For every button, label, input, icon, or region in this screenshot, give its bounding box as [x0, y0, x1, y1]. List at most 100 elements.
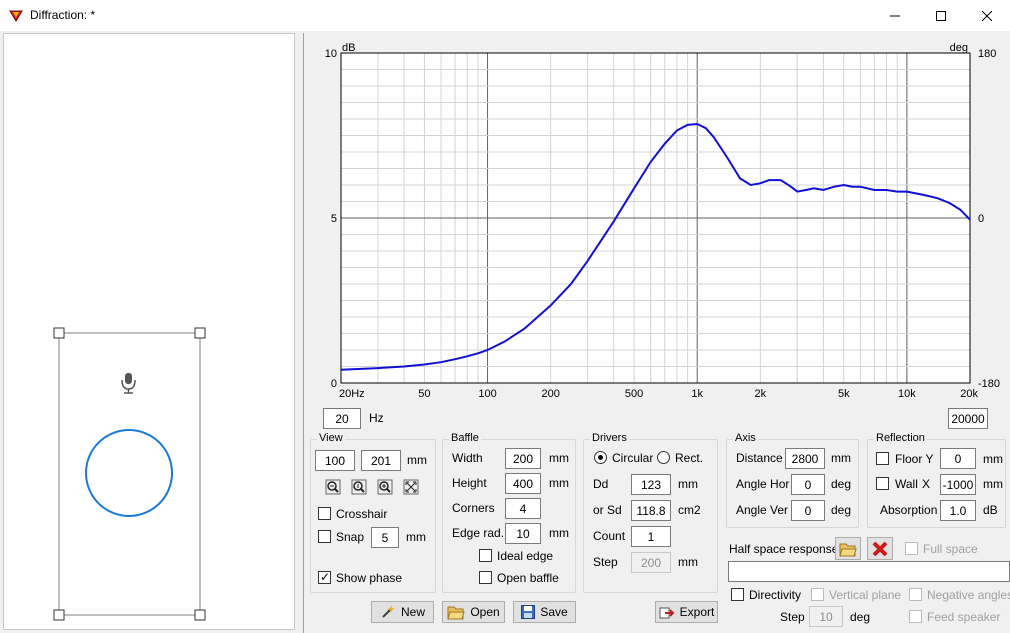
directivity-step-label: Step	[780, 610, 805, 624]
y2-tick-label: 180	[978, 48, 996, 60]
baffle-edge-unit: mm	[549, 526, 569, 540]
ideal-edge-label: Ideal edge	[497, 549, 554, 563]
folder-icon	[839, 543, 857, 556]
angle-ver-input[interactable]: 0	[791, 500, 825, 521]
zoom-extents-button[interactable]	[402, 478, 420, 496]
wall-checkbox[interactable]	[876, 477, 889, 490]
angle-hor-input[interactable]: 0	[791, 474, 825, 495]
close-button[interactable]	[964, 0, 1010, 31]
directivity-checkbox[interactable]	[731, 588, 744, 601]
wall-label: Wall	[895, 477, 918, 491]
baffle-width-input[interactable]: 200	[505, 448, 541, 469]
ideal-edge-checkbox[interactable]	[479, 549, 492, 562]
app-icon	[9, 10, 23, 22]
baffle-edge-label: Edge rad.	[452, 526, 505, 540]
circular-radio[interactable]	[594, 451, 607, 464]
baffle-corners-label: Corners	[452, 501, 495, 515]
baffle-width-unit: mm	[549, 451, 569, 465]
dd-label: Dd	[593, 477, 609, 491]
wall-axis-label: X	[922, 477, 931, 491]
driver-circle	[85, 429, 173, 517]
view-group-title: View	[317, 432, 345, 444]
view-width-input[interactable]: 100	[315, 450, 355, 471]
minimize-icon	[890, 15, 900, 16]
directivity-step-unit: deg	[850, 610, 871, 624]
zoom-fit-icon	[351, 479, 367, 495]
wall-input[interactable]: -1000	[940, 474, 976, 495]
directivity-step-input[interactable]: 10	[809, 606, 843, 627]
open-button[interactable]: Open	[442, 601, 505, 623]
window-title: Diffraction: *	[30, 8, 96, 22]
baffle-corners-input[interactable]: 4	[505, 498, 541, 519]
rect-radio[interactable]	[657, 451, 670, 464]
export-icon	[659, 607, 675, 619]
negative-angles-checkbox[interactable]	[909, 588, 922, 601]
zoom-out-icon	[325, 479, 341, 495]
baffle-height-unit: mm	[549, 476, 569, 490]
freq-max-input[interactable]: 20000	[948, 408, 988, 429]
baffle-height-input[interactable]: 400	[505, 473, 541, 494]
count-label: Count	[593, 529, 626, 543]
snap-unit-label: mm	[406, 530, 426, 544]
x-tick-label: 50	[418, 388, 430, 400]
half-space-label: Half space response	[729, 542, 839, 556]
x-tick-label: 200	[541, 388, 559, 400]
count-input[interactable]: 1	[631, 526, 671, 547]
magic-wand-icon	[382, 605, 395, 618]
axis-group-title: Axis	[733, 432, 758, 444]
resize-handle-bottom-right	[194, 609, 206, 621]
absorption-input[interactable]: 1.0	[940, 500, 976, 521]
angle-hor-unit: deg	[831, 477, 852, 491]
rect-label: Rect.	[675, 451, 704, 465]
view-height-input[interactable]: 201	[361, 450, 401, 471]
close-icon	[982, 10, 992, 21]
distance-input[interactable]: 2800	[785, 448, 825, 469]
maximize-button[interactable]	[918, 0, 964, 31]
x-tick-label: 5k	[838, 388, 850, 400]
open-baffle-label: Open baffle	[497, 571, 559, 585]
dd-input[interactable]: 123	[631, 474, 671, 495]
x-tick-label: 100	[478, 388, 496, 400]
snap-checkbox[interactable]	[318, 530, 331, 543]
half-space-file-input[interactable]	[728, 561, 1010, 582]
response-chart[interactable]: 20Hz 50 100 200 500 1k 2k 5k 10k 20k0510-1800180 …	[304, 36, 1010, 406]
minimize-button[interactable]	[872, 0, 918, 31]
floor-input[interactable]: 0	[940, 448, 976, 469]
floor-unit: mm	[983, 452, 1003, 466]
drivers-group-title: Drivers	[590, 432, 629, 444]
new-button[interactable]: New	[371, 601, 434, 623]
baffle-view[interactable]	[3, 33, 295, 630]
snap-label: Snap	[336, 530, 365, 544]
freq-min-input[interactable]: 20	[323, 408, 361, 429]
vertical-plane-label: Vertical plane	[829, 588, 902, 602]
clear-half-space-button[interactable]	[867, 537, 893, 560]
save-button[interactable]: Save	[513, 601, 576, 623]
resize-handle-bottom-left	[53, 609, 65, 621]
full-space-checkbox[interactable]	[905, 542, 918, 555]
snap-input[interactable]: 5	[371, 527, 399, 548]
sd-input[interactable]: 118.8	[631, 500, 671, 521]
open-half-space-button[interactable]	[835, 537, 861, 560]
crosshair-label: Crosshair	[336, 507, 388, 521]
x-tick-label: 20Hz	[339, 388, 365, 400]
feed-speaker-checkbox[interactable]	[909, 610, 922, 623]
show-phase-checkbox[interactable]	[318, 570, 331, 584]
zoom-in-button[interactable]	[376, 478, 394, 496]
zoom-fit-button[interactable]	[350, 478, 368, 496]
export-button-label: Export	[679, 605, 715, 619]
zoom-out-button[interactable]	[324, 478, 342, 496]
driver-step-input[interactable]: 200	[631, 552, 671, 573]
crosshair-checkbox[interactable]	[318, 507, 331, 520]
baffle-group-title: Baffle	[449, 432, 481, 444]
baffle-drawing	[53, 327, 206, 621]
vertical-plane-checkbox[interactable]	[811, 588, 824, 601]
floor-checkbox[interactable]	[876, 452, 889, 465]
baffle-edge-input[interactable]: 10	[505, 523, 541, 544]
export-button[interactable]: Export	[655, 601, 718, 623]
open-baffle-checkbox[interactable]	[479, 571, 492, 584]
negative-angles-label: Negative angles	[927, 588, 1010, 602]
absorption-label: Absorption	[880, 503, 938, 517]
title-bar: Diffraction: *	[0, 0, 1010, 31]
x-tick-label: 500	[625, 388, 643, 400]
baffle-width-label: Width	[452, 451, 483, 465]
